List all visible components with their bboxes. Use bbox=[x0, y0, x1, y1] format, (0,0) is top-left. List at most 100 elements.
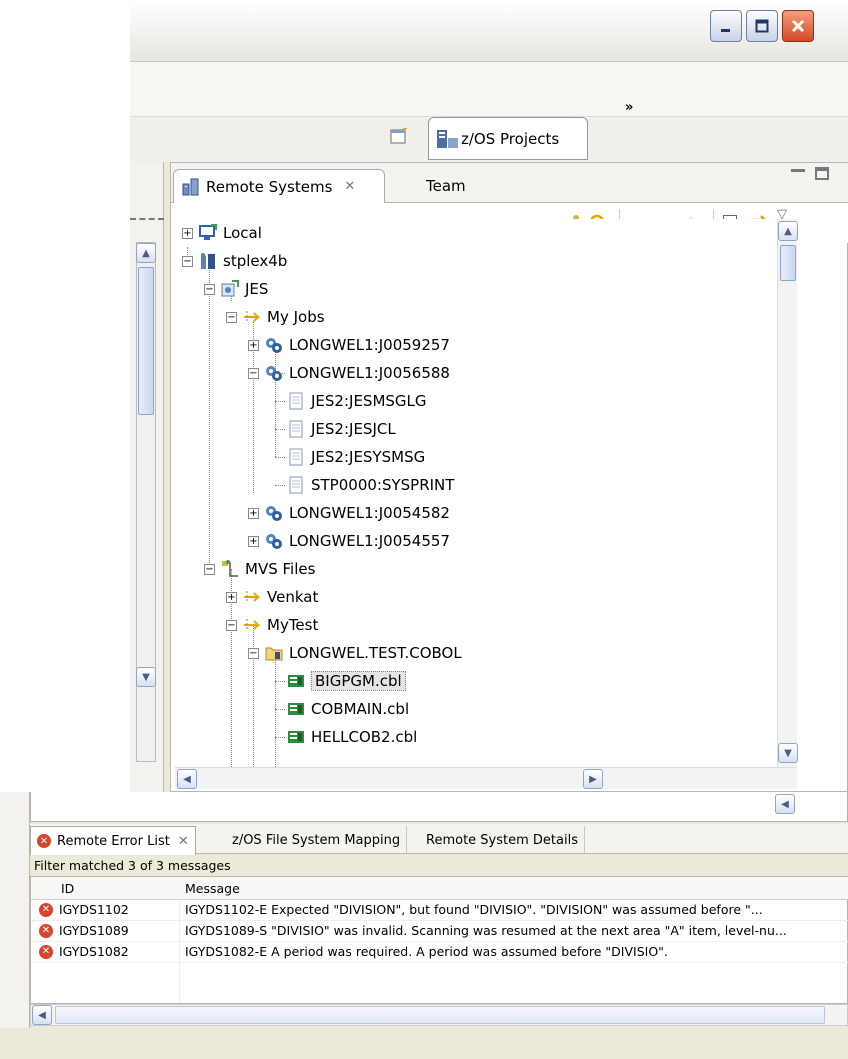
tree-node-my-jobs[interactable]: − My Jobs bbox=[226, 303, 325, 331]
collapse-icon[interactable]: − bbox=[226, 619, 237, 631]
job-gears-icon bbox=[265, 532, 283, 550]
maximize-view-icon[interactable] bbox=[815, 167, 829, 180]
open-perspective-icon[interactable] bbox=[390, 127, 408, 145]
column-header-message[interactable]: Message bbox=[179, 877, 848, 900]
tree-horizontal-scrollbar[interactable]: ◀ ▶ bbox=[175, 767, 797, 789]
maximize-icon bbox=[747, 11, 777, 41]
tree-node-label: MVS Files bbox=[245, 560, 316, 578]
tree-node-job[interactable]: + LONGWEL1:J0059257 bbox=[248, 331, 450, 359]
tree-node-member-selected[interactable]: BIGPGM.cbl bbox=[287, 667, 406, 695]
minimize-button[interactable] bbox=[710, 10, 742, 42]
tree-node-spool-file[interactable]: JES2:JESYSMSG bbox=[287, 443, 425, 471]
tree-node-dataset[interactable]: − LONGWEL.TEST.COBOL bbox=[248, 639, 462, 667]
tree-node-spool-file[interactable]: JES2:JESMSGLG bbox=[287, 387, 427, 415]
table-row[interactable]: ✕ IGYDS1089 IGYDS1089-S "DIVISIO" was in… bbox=[31, 920, 848, 942]
tab-label: Remote System Details bbox=[426, 832, 578, 848]
tree-node-label: My Jobs bbox=[267, 308, 325, 326]
tree-node-label: LONGWEL1:J0054582 bbox=[289, 504, 450, 522]
tree-node-filter[interactable]: − MyTest bbox=[226, 611, 318, 639]
scroll-right-button[interactable]: ▶ bbox=[583, 769, 603, 789]
tab-team-label: Team bbox=[426, 177, 466, 195]
tree-node-spool-file[interactable]: JES2:JESJCL bbox=[287, 415, 396, 443]
filter-arrow-icon bbox=[243, 308, 261, 326]
tree-node-mvs-files[interactable]: − MVS Files bbox=[204, 555, 315, 583]
collapse-icon[interactable]: − bbox=[226, 311, 237, 323]
error-list-icon: ✕ bbox=[37, 834, 51, 848]
expand-icon[interactable]: + bbox=[226, 591, 237, 603]
cobol-member-icon bbox=[287, 700, 305, 718]
tree-node-label: LONGWEL.TEST.COBOL bbox=[289, 644, 462, 662]
filter-arrow-icon bbox=[243, 616, 261, 634]
tree-node-label: Venkat bbox=[267, 588, 319, 606]
zos-projects-perspective-button[interactable]: z/OS Projects bbox=[428, 117, 588, 160]
tree-node-label: JES2:JESMSGLG bbox=[311, 392, 427, 410]
collapse-icon[interactable]: − bbox=[204, 283, 215, 295]
tree-node-label: BIGPGM.cbl bbox=[311, 671, 406, 691]
more-perspectives-chevron[interactable]: » bbox=[625, 100, 633, 115]
left-view-pane: ▲ ▼ bbox=[130, 162, 164, 792]
tree-node-spool-file[interactable]: STP0000:SYSPRINT bbox=[287, 471, 454, 499]
tree-node-label: STP0000:SYSPRINT bbox=[311, 476, 455, 494]
tree-node-label: LONGWEL1:J0059257 bbox=[289, 336, 450, 354]
title-bar bbox=[130, 0, 848, 62]
scroll-thumb[interactable] bbox=[138, 267, 154, 415]
collapse-icon[interactable]: − bbox=[182, 255, 193, 267]
close-tab-icon[interactable]: ✕ bbox=[344, 179, 355, 194]
tree-node-label: JES bbox=[245, 280, 269, 298]
close-icon bbox=[783, 11, 813, 41]
close-button[interactable] bbox=[782, 10, 814, 42]
scroll-up-button[interactable]: ▲ bbox=[778, 221, 798, 241]
scroll-left-button[interactable]: ◀ bbox=[32, 1005, 52, 1025]
rse-window: z/OS Projects » ▲ ▼ Remote Systems ✕ Tea… bbox=[130, 0, 848, 792]
tree-vertical-scrollbar[interactable]: ▲ ▼ bbox=[777, 219, 798, 767]
error-message: IGYDS1089-S "DIVISIO" was invalid. Scann… bbox=[185, 923, 787, 938]
bottom-left-edge bbox=[0, 792, 30, 1059]
collapse-icon[interactable]: − bbox=[204, 563, 215, 575]
scroll-left-button[interactable]: ◀ bbox=[775, 794, 795, 814]
tree-node-jes[interactable]: − JES bbox=[204, 275, 268, 303]
cobol-member-icon bbox=[287, 728, 305, 746]
scroll-thumb[interactable] bbox=[55, 1006, 825, 1024]
left-scrollbar[interactable]: ▲ ▼ bbox=[136, 242, 156, 762]
tree-node-label: MyTest bbox=[267, 616, 319, 634]
tab-label: Remote Error List bbox=[57, 833, 170, 849]
scroll-down-button[interactable]: ▼ bbox=[136, 667, 156, 687]
maximize-button[interactable] bbox=[746, 10, 778, 42]
editor-area-edge: ◀ bbox=[30, 792, 848, 822]
error-table-horizontal-scrollbar[interactable]: ◀ bbox=[30, 1004, 848, 1026]
expand-icon[interactable]: + bbox=[248, 535, 259, 547]
spool-file-icon bbox=[287, 420, 305, 438]
tab-remote-systems[interactable]: Remote Systems ✕ bbox=[173, 169, 385, 203]
tab-remote-system-details[interactable]: Remote System Details bbox=[420, 826, 585, 854]
scroll-down-button[interactable]: ▼ bbox=[778, 743, 798, 763]
expand-icon[interactable]: + bbox=[248, 507, 259, 519]
tree-node-filter[interactable]: + Venkat bbox=[226, 583, 318, 611]
error-icon: ✕ bbox=[39, 944, 53, 959]
dataset-folder-icon bbox=[265, 644, 283, 662]
error-list-tab-bar: ✕ Remote Error List ✕ z/OS File System M… bbox=[30, 824, 848, 855]
minimize-view-icon[interactable] bbox=[791, 169, 805, 172]
status-bar bbox=[0, 1028, 848, 1059]
scroll-left-button[interactable]: ◀ bbox=[177, 769, 197, 789]
tab-zos-file-system-mapping[interactable]: z/OS File System Mapping bbox=[226, 826, 408, 854]
tab-team[interactable]: Team bbox=[396, 169, 506, 203]
scroll-up-button[interactable]: ▲ bbox=[136, 243, 156, 263]
scroll-thumb[interactable] bbox=[780, 245, 796, 281]
table-row[interactable]: ✕ IGYDS1102 IGYDS1102-E Expected "DIVISI… bbox=[31, 899, 848, 921]
tree-node-member[interactable]: COBMAIN.cbl bbox=[287, 695, 409, 723]
close-tab-icon[interactable]: ✕ bbox=[178, 834, 189, 849]
tree-node-job[interactable]: + LONGWEL1:J0054582 bbox=[248, 499, 450, 527]
tree-node-local[interactable]: + Local bbox=[182, 219, 262, 247]
tab-remote-error-list[interactable]: ✕ Remote Error List ✕ bbox=[30, 826, 196, 855]
tree-node-stplex4b[interactable]: − stplex4b bbox=[182, 247, 287, 275]
expand-icon[interactable]: + bbox=[182, 227, 193, 239]
collapse-icon[interactable]: − bbox=[248, 367, 259, 379]
minimize-icon bbox=[711, 11, 741, 41]
expand-icon[interactable]: + bbox=[248, 339, 259, 351]
table-row[interactable]: ✕ IGYDS1082 IGYDS1082-E A period was req… bbox=[31, 941, 848, 963]
tree-node-label: JES2:JESJCL bbox=[311, 420, 396, 438]
job-gears-icon bbox=[265, 504, 283, 522]
collapse-icon[interactable]: − bbox=[248, 647, 259, 659]
tree-node-member[interactable]: HELLCOB2.cbl bbox=[287, 723, 417, 751]
tree-node-job[interactable]: + LONGWEL1:J0054557 bbox=[248, 527, 450, 555]
